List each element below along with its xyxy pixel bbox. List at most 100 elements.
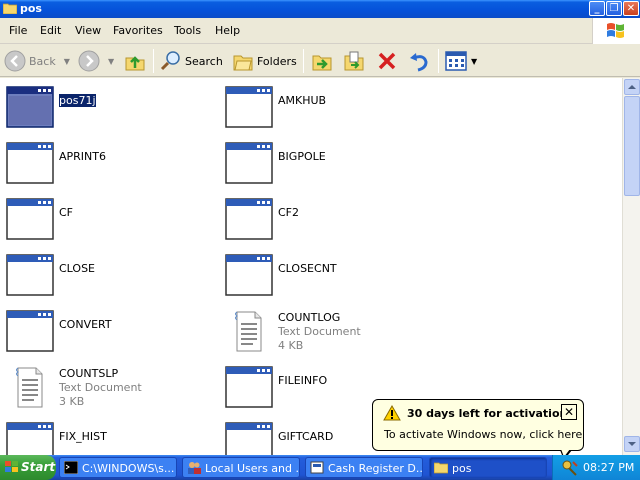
file-name: CLOSE <box>59 262 96 275</box>
activation-balloon[interactable]: 30 days left for activation To activate … <box>372 399 584 451</box>
toolbar-separator <box>153 49 154 73</box>
back-button[interactable]: Back ▼ <box>4 48 70 74</box>
minimize-button[interactable]: _ <box>589 1 605 16</box>
file-name: CF <box>59 206 74 219</box>
views-grid-icon <box>445 51 467 71</box>
balloon-close-button[interactable]: ✕ <box>561 404 577 420</box>
arrow-down-icon <box>628 442 636 446</box>
explorer-window: pos _ ❐ ✕ File Edit View Favorites Tools… <box>0 0 640 455</box>
task-pos[interactable]: pos <box>429 457 547 478</box>
file-item[interactable]: APRINT6 <box>0 140 200 188</box>
window-file-icon <box>225 422 273 455</box>
file-item[interactable]: AMKHUB <box>219 84 419 132</box>
file-name: FIX_HIST <box>59 430 107 443</box>
scroll-up-button[interactable] <box>624 79 640 95</box>
window-file-icon <box>6 254 54 296</box>
back-dropdown-icon[interactable]: ▼ <box>64 57 70 66</box>
folders-button[interactable]: Folders <box>232 48 297 74</box>
file-item[interactable]: CF <box>0 196 200 244</box>
close-button[interactable]: ✕ <box>623 1 639 16</box>
start-label: Start <box>21 460 56 474</box>
forward-dropdown-icon[interactable]: ▼ <box>108 57 114 66</box>
activation-keys-icon[interactable] <box>561 459 579 476</box>
undo-button[interactable] <box>408 48 430 74</box>
window-file-icon <box>6 86 54 128</box>
close-icon: ✕ <box>626 3 636 14</box>
warning-icon <box>383 405 401 421</box>
copy-to-folder-icon <box>344 51 364 71</box>
menu-bar: File Edit View Favorites Tools Help <box>0 18 640 44</box>
scroll-down-button[interactable] <box>624 436 640 452</box>
maximize-button[interactable]: ❐ <box>606 1 622 16</box>
copy-to-button[interactable] <box>343 48 365 74</box>
file-item[interactable]: CF2 <box>219 196 419 244</box>
windows-flag-icon <box>5 461 18 472</box>
file-item[interactable]: CLOSE <box>0 252 200 300</box>
search-button[interactable]: Search <box>160 48 223 74</box>
window-file-icon <box>225 254 273 296</box>
window-title: pos <box>20 2 42 15</box>
window-file-icon <box>6 198 54 240</box>
menu-view[interactable]: View <box>75 24 101 37</box>
up-folder-icon <box>125 56 145 71</box>
file-item[interactable]: COUNTSLP Text Document 3 KB <box>0 364 200 412</box>
task-label: Local Users and ... <box>205 462 300 475</box>
window-file-icon <box>225 86 273 128</box>
file-name: COUNTSLP <box>59 367 119 380</box>
window-file-icon <box>6 142 54 184</box>
folder-icon <box>434 462 448 474</box>
file-item[interactable]: BIGPOLE <box>219 140 419 188</box>
file-type: Text Document <box>59 381 142 394</box>
task-label: Cash Register D... <box>328 462 423 475</box>
menu-help[interactable]: Help <box>215 24 240 37</box>
menu-favorites[interactable]: Favorites <box>113 24 163 37</box>
start-button[interactable]: Start <box>0 455 56 480</box>
file-name: GIFTCARD <box>278 430 334 443</box>
delete-x-icon <box>378 52 396 70</box>
move-to-button[interactable] <box>311 48 333 74</box>
file-name: CONVERT <box>59 318 112 331</box>
file-name: pos71j <box>58 93 97 108</box>
file-item[interactable]: COUNTLOG Text Document 4 KB <box>219 308 419 356</box>
balloon-title: 30 days left for activation <box>407 407 568 420</box>
undo-arrow-icon <box>410 53 428 72</box>
arrow-up-icon <box>628 85 636 89</box>
up-folder-button[interactable] <box>124 48 146 74</box>
vertical-scrollbar[interactable] <box>622 78 640 455</box>
forward-button[interactable]: ▼ <box>78 48 114 74</box>
views-button[interactable]: ▼ <box>445 48 477 74</box>
clock: 08:27 PM <box>583 461 635 474</box>
window-file-icon <box>6 310 54 352</box>
file-item[interactable]: CONVERT <box>0 308 200 356</box>
balloon-message[interactable]: To activate Windows now, click here <box>384 428 582 441</box>
file-item[interactable]: CLOSECNT <box>219 252 419 300</box>
file-name: APRINT6 <box>59 150 106 163</box>
window-file-icon <box>6 422 54 455</box>
app-icon <box>310 461 324 474</box>
file-item[interactable]: pos71j <box>0 84 200 132</box>
window-file-icon <box>225 142 273 184</box>
toolbar-separator <box>438 49 439 73</box>
back-arrow-icon <box>4 50 26 72</box>
file-name: AMKHUB <box>278 94 327 107</box>
title-bar[interactable]: pos _ ❐ ✕ <box>0 0 640 18</box>
task-cash-register[interactable]: Cash Register D... <box>305 457 423 478</box>
task-cmd[interactable]: C:\WINDOWS\s... <box>59 457 177 478</box>
scroll-thumb[interactable] <box>624 96 640 196</box>
menu-tools[interactable]: Tools <box>174 24 201 37</box>
window-file-icon <box>225 366 273 408</box>
taskbar: Start C:\WINDOWS\s... Local Users and ..… <box>0 455 640 480</box>
file-name: CF2 <box>278 206 300 219</box>
file-item[interactable]: FIX_HIST <box>0 420 200 455</box>
file-size: 4 KB <box>278 339 304 352</box>
task-local-users[interactable]: Local Users and ... <box>182 457 300 478</box>
menu-edit[interactable]: Edit <box>40 24 61 37</box>
file-name: BIGPOLE <box>278 150 326 163</box>
file-name: CLOSECNT <box>278 262 337 275</box>
file-name: COUNTLOG <box>278 311 341 324</box>
move-to-folder-icon <box>312 55 332 71</box>
toolbar-separator <box>303 49 304 73</box>
delete-button[interactable] <box>376 48 398 74</box>
menu-file[interactable]: File <box>9 24 27 37</box>
forward-arrow-icon <box>78 50 100 72</box>
